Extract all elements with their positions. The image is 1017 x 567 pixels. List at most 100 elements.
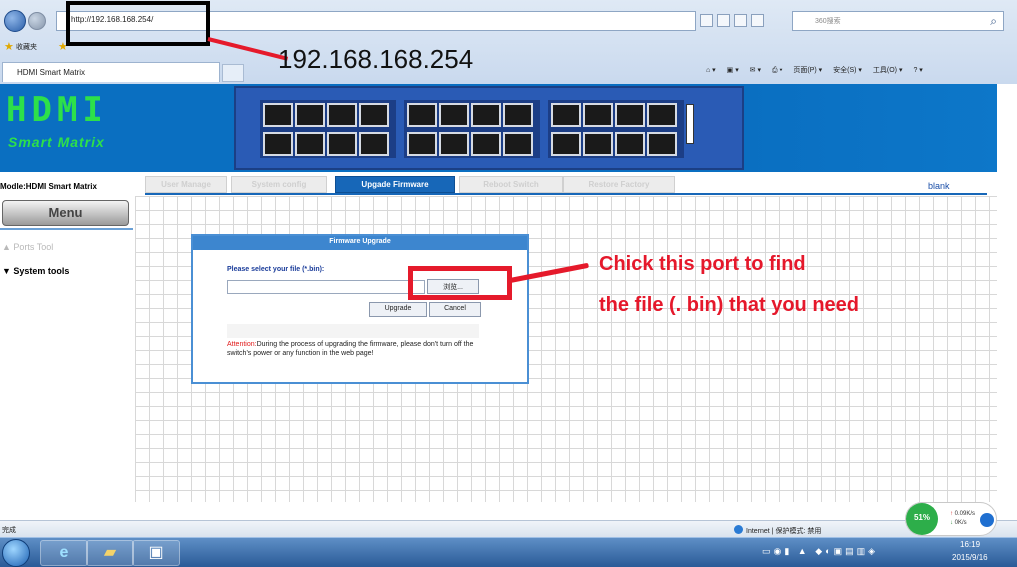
new-tab-button[interactable] bbox=[222, 64, 244, 82]
taskbar: e ▰ ▣ ▭◉▮ ▲ ◆◐▣▤▥◈ 16:19 2015/9/16 bbox=[0, 537, 1017, 567]
tab-upgrade-firmware[interactable]: Upgade Firmware bbox=[335, 176, 455, 193]
page-menu[interactable]: 页面(P) ▾ bbox=[793, 67, 822, 74]
tab-reboot-switch[interactable]: Reboot Switch bbox=[459, 176, 563, 193]
security-zone: Internet | 保护模式: 禁用 bbox=[734, 525, 821, 536]
forward-button[interactable] bbox=[28, 12, 46, 30]
cancel-button[interactable]: Cancel bbox=[429, 302, 481, 317]
attention-note: Attention:During the process of upgradin… bbox=[227, 340, 489, 358]
mail-icon[interactable]: ✉ ▾ bbox=[750, 67, 761, 74]
port-icon bbox=[407, 132, 437, 156]
rss-icon[interactable] bbox=[751, 14, 764, 27]
logo-subtitle: Smart Matrix bbox=[8, 134, 105, 150]
tab-system-config[interactable]: System config bbox=[231, 176, 327, 193]
favorites-star-icon[interactable]: ★ bbox=[4, 40, 14, 53]
folder-taskbar-icon[interactable]: ▰ bbox=[86, 540, 134, 566]
port-icon bbox=[615, 132, 645, 156]
port-icon bbox=[295, 103, 325, 127]
port-icon bbox=[551, 103, 581, 127]
upgrade-button[interactable]: Upgrade bbox=[369, 302, 427, 317]
port-group bbox=[548, 100, 684, 158]
firmware-upgrade-dialog: Firmware Upgrade Please select your file… bbox=[191, 234, 529, 384]
sidebar-item-system-tools[interactable]: ▼ System tools bbox=[2, 266, 69, 276]
tools-menu[interactable]: 工具(O) ▾ bbox=[873, 67, 903, 74]
back-button[interactable] bbox=[4, 10, 26, 32]
port-group bbox=[260, 100, 396, 158]
menu-button[interactable]: Menu bbox=[2, 200, 129, 226]
search-input[interactable]: 360搜索 ⌕ bbox=[792, 11, 1004, 31]
network-usage-badge: 51% bbox=[906, 503, 938, 535]
port-icon bbox=[327, 103, 357, 127]
safety-menu[interactable]: 安全(S) ▾ bbox=[833, 67, 862, 74]
port-icon bbox=[583, 132, 613, 156]
port-icon bbox=[583, 103, 613, 127]
attention-label: Attention: bbox=[227, 341, 257, 348]
status-led bbox=[686, 104, 694, 144]
model-label: Modle:HDMI Smart Matrix bbox=[0, 182, 97, 191]
port-icon bbox=[647, 132, 677, 156]
dialog-title-bar: Firmware Upgrade bbox=[193, 236, 527, 250]
port-icon bbox=[471, 103, 501, 127]
port-icon bbox=[471, 132, 501, 156]
file-path-input[interactable] bbox=[227, 280, 425, 294]
divider bbox=[0, 228, 133, 230]
port-icon bbox=[439, 103, 469, 127]
left-panel: Modle:HDMI Smart Matrix Menu ▲ Ports Too… bbox=[0, 172, 135, 502]
port-icon bbox=[503, 103, 533, 127]
clock-time[interactable]: 16:19 bbox=[960, 540, 980, 549]
logo-hdmi: HDMI bbox=[6, 90, 108, 130]
compat-icon[interactable] bbox=[700, 14, 713, 27]
favorites-label[interactable]: 收藏夹 bbox=[16, 42, 37, 52]
sidebar-item-ports-tool[interactable]: ▲ Ports Tool bbox=[2, 242, 53, 252]
tab-label: Upgade Firmware bbox=[361, 180, 429, 189]
annotation-note-line2: the file (. bin) that you need bbox=[599, 294, 859, 316]
ie-taskbar-icon[interactable]: e bbox=[40, 540, 88, 566]
blank-link[interactable]: blank bbox=[928, 181, 950, 191]
tab-label: System config bbox=[251, 180, 307, 189]
port-icon bbox=[503, 132, 533, 156]
dialog-title: Firmware Upgrade bbox=[329, 238, 391, 245]
network-speed-widget[interactable]: 51% ↑ 0.09K/s ↓ 0K/s bbox=[905, 502, 997, 536]
port-icon bbox=[359, 103, 389, 127]
port-icon bbox=[263, 103, 293, 127]
file-prompt: Please select your file (*.bin): bbox=[227, 266, 325, 273]
port-icon bbox=[647, 103, 677, 127]
print-icon[interactable]: ⎙ ▾ bbox=[772, 67, 783, 74]
start-button[interactable] bbox=[2, 539, 30, 567]
upload-speed: 0.09K/s bbox=[954, 511, 976, 517]
progress-area bbox=[227, 324, 479, 338]
url-highlight-box bbox=[66, 1, 210, 46]
tab-user-manage[interactable]: User Manage bbox=[145, 176, 227, 193]
feeds-icon[interactable]: ▣ ▾ bbox=[727, 67, 739, 74]
refresh-icon[interactable] bbox=[717, 14, 730, 27]
port-icon bbox=[615, 103, 645, 127]
port-icon bbox=[295, 132, 325, 156]
help-icon[interactable]: ? ▾ bbox=[913, 67, 922, 74]
attention-text: During the process of upgrading the firm… bbox=[227, 341, 474, 357]
browser-tab[interactable]: HDMI Smart Matrix bbox=[2, 62, 220, 82]
port-icon bbox=[327, 132, 357, 156]
app-taskbar-icon[interactable]: ▣ bbox=[132, 540, 180, 566]
search-icon[interactable]: ⌕ bbox=[990, 14, 997, 29]
tab-restore-factory[interactable]: Restore Factory bbox=[563, 176, 675, 193]
stop-icon[interactable] bbox=[734, 14, 747, 27]
upload-arrow-icon: ↑ bbox=[950, 511, 953, 517]
command-bar: ⌂ ▾ ▣ ▾ ✉ ▾ ⎙ ▾ 页面(P) ▾ 安全(S) ▾ 工具(O) ▾ … bbox=[706, 65, 932, 75]
tab-underline bbox=[145, 193, 987, 195]
annotation-note-line1: Chick this port to find bbox=[599, 253, 806, 275]
download-speed: 0K/s bbox=[954, 520, 967, 526]
home-icon[interactable]: ⌂ ▾ bbox=[706, 67, 716, 74]
ip-annotation: 192.168.168.254 bbox=[278, 44, 474, 74]
search-placeholder: 360搜索 bbox=[815, 18, 841, 25]
network-stats: ↑ 0.09K/s ↓ 0K/s bbox=[950, 510, 975, 528]
clock-date[interactable]: 2015/9/16 bbox=[952, 553, 988, 562]
port-group bbox=[404, 100, 540, 158]
download-arrow-icon: ↓ bbox=[950, 520, 953, 526]
switch-illustration bbox=[234, 86, 744, 170]
status-bar: 完成 Internet | 保护模式: 禁用 bbox=[0, 520, 1017, 537]
port-icon bbox=[439, 132, 469, 156]
port-icon bbox=[407, 103, 437, 127]
tab-row: HDMI Smart Matrix ⌂ ▾ ▣ ▾ ✉ ▾ ⎙ ▾ 页面(P) … bbox=[0, 60, 1017, 84]
browse-highlight-box bbox=[408, 266, 512, 300]
globe-icon bbox=[734, 525, 743, 534]
header-filler bbox=[748, 84, 997, 172]
